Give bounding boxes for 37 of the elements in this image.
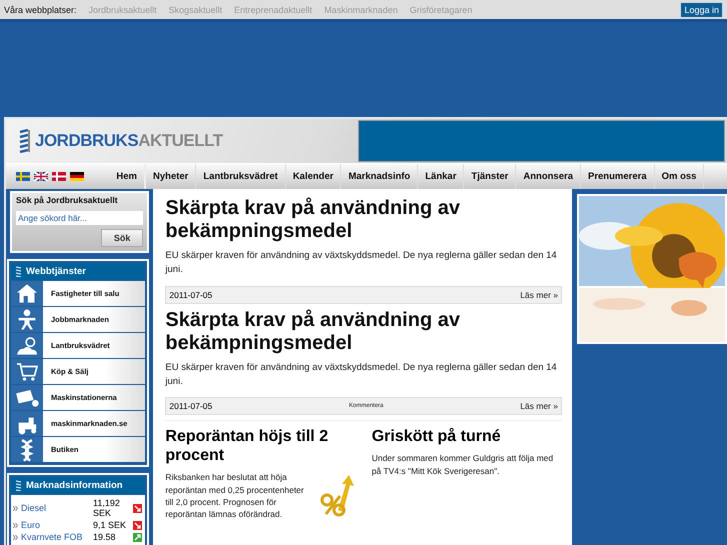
article-headline[interactable]: Skärpta krav på användning av bekämpningsmedel [165, 197, 562, 243]
market-link[interactable]: Kvarnvete FOB [21, 532, 83, 542]
article-headline[interactable]: Reporäntan höjs till 2 procent [165, 427, 356, 466]
article-summary: EU skärper kraven för användning av växtskyddsmedel. De nya reglerna gäller sedan den 14 juni. [165, 249, 558, 278]
article-summary: Under sommaren kommer Guldgris att följa med på TV4:s "Mitt Kök Sverigeresan". [372, 452, 554, 477]
logo-mark-icon [18, 129, 32, 153]
search-title: Sök på Jordbruksaktuellt [16, 195, 119, 205]
british-flag-icon[interactable] [34, 172, 48, 181]
search-field[interactable]: Ange sökord här... [16, 211, 144, 225]
market-link[interactable]: Euro [21, 520, 40, 530]
logo-text: JORDBRUKSAKTUELLT [35, 131, 223, 151]
article-headline[interactable]: Griskött på turné [372, 427, 562, 446]
read-more-link[interactable]: Läs mer » [520, 290, 558, 300]
search-button[interactable]: Sök [100, 229, 144, 247]
nav-link[interactable]: Hem [109, 171, 144, 182]
market-link[interactable]: Diesel [21, 503, 46, 513]
article-date: 2011-07-05 [169, 401, 212, 411]
read-more-link[interactable]: Läs mer » [520, 401, 558, 411]
panel-title: Webbtjänster [26, 266, 86, 277]
swedish-flag-icon[interactable] [16, 172, 30, 181]
article-headline[interactable]: Skärpta krav på användning av bekämpningsmedel [165, 308, 562, 354]
bullet-icon [13, 534, 18, 540]
german-flag-icon[interactable] [70, 172, 84, 181]
logo-mark-icon [15, 266, 22, 277]
bullet-icon [13, 506, 18, 510]
market-value: 11,192 SEK [93, 498, 121, 518]
bullet-icon [13, 522, 18, 528]
article-date: 2011-07-05 [169, 290, 212, 300]
article-summary: EU skärper kraven för användning av växtskyddsmedel. De nya reglerna gäller sedan den 14 juni. [165, 360, 558, 389]
sites-label: Våra webbplatser: [4, 4, 77, 14]
danish-flag-icon[interactable] [52, 172, 66, 181]
login-button[interactable]: Logga in [680, 2, 723, 18]
article-summary: Riksbanken har beslutat att höja reporäntan med 0,25 procentenheter till 2,0 procent. Prognosen för reporäntan lämnas oförändrad. [165, 471, 305, 521]
market-value: 9,1 SEK [93, 520, 128, 530]
market-value: 19.58 [93, 532, 117, 542]
panel-title: Marknadsinformation [26, 480, 123, 491]
logo-mark-icon [15, 480, 22, 491]
